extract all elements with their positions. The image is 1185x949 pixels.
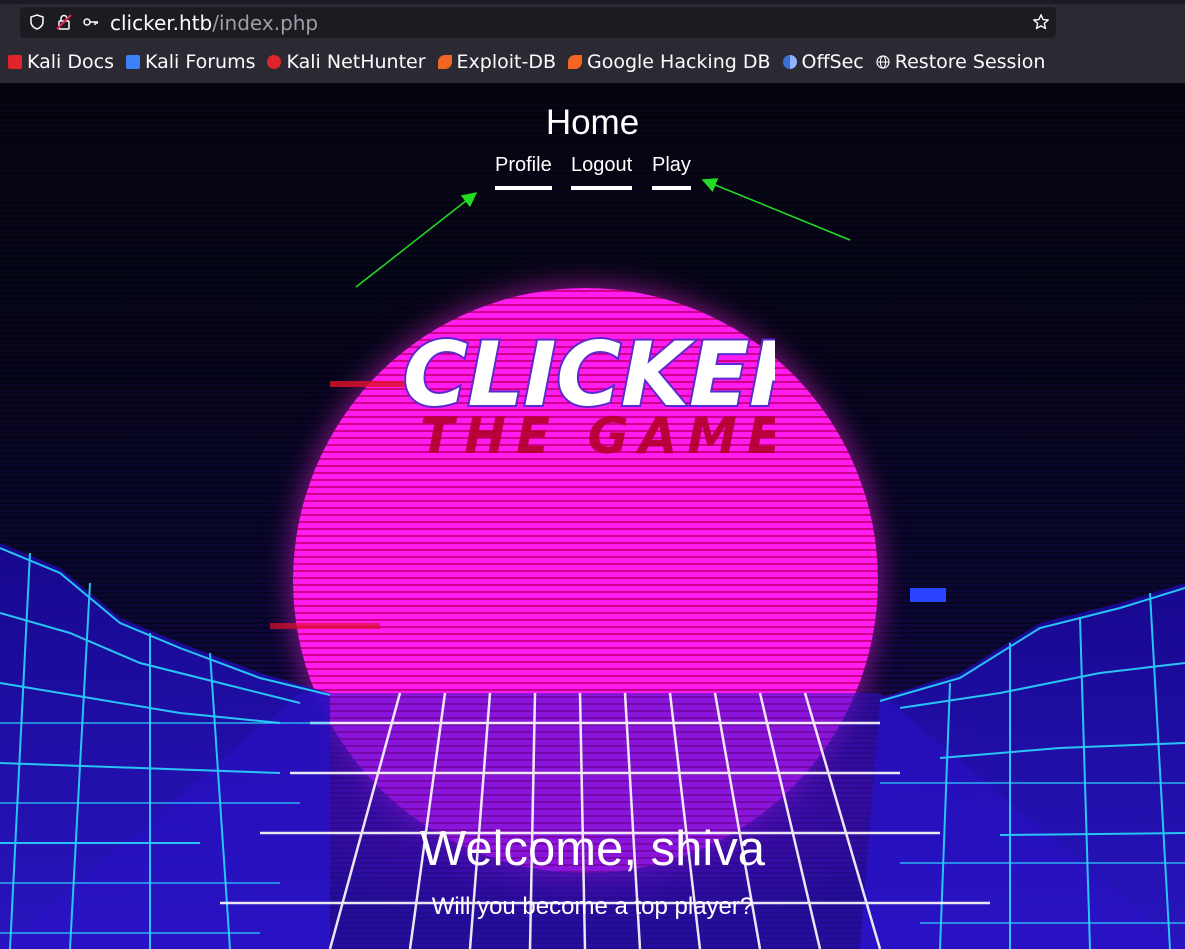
bookmark-label: Kali NetHunter	[286, 51, 426, 73]
bookmark-offsec[interactable]: OffSec	[782, 51, 864, 73]
clicker-game-logo: CLICKER THE GAME	[401, 321, 775, 465]
bookmark-label: Restore Session	[894, 51, 1046, 73]
kali-forums-icon	[125, 55, 140, 69]
arrow-to-profile	[355, 192, 478, 288]
nav-play-link[interactable]: Play	[652, 154, 691, 190]
insecure-lock-icon[interactable]	[55, 13, 73, 31]
bookmark-label: Kali Docs	[27, 51, 114, 73]
bookmark-label: Exploit-DB	[456, 51, 556, 73]
browser-chrome: clicker.htb/index.php Kali Docs Kali For…	[0, 0, 1185, 83]
kali-docs-icon	[8, 55, 22, 69]
bookmark-restore-session[interactable]: Restore Session	[876, 51, 1046, 73]
url-path: /index.php	[212, 11, 319, 35]
tagline-text: Will you become a top player?	[431, 893, 754, 920]
ghdb-icon	[568, 55, 582, 69]
bookmark-exploit-db[interactable]: Exploit-DB	[437, 51, 556, 73]
url-bar[interactable]: clicker.htb/index.php	[20, 7, 1056, 38]
bookmark-label: Kali Forums	[144, 51, 256, 73]
page-content: CLICKER THE GAME Home Profile Logout Pla…	[0, 83, 1185, 949]
welcome-heading: Welcome, shiva	[420, 822, 765, 876]
url-host: clicker.htb	[110, 11, 213, 35]
key-icon[interactable]	[82, 13, 100, 31]
url-text[interactable]: clicker.htb/index.php	[110, 11, 318, 35]
globe-icon	[876, 55, 890, 69]
bookmark-label: OffSec	[801, 51, 864, 73]
bookmarks-toolbar: Kali Docs Kali Forums Kali NetHunter Exp…	[8, 48, 1057, 76]
wireframe-grid	[0, 543, 1185, 949]
nav-profile-link[interactable]: Profile	[495, 154, 552, 190]
bookmark-kali-nethunter[interactable]: Kali NetHunter	[267, 51, 426, 73]
bookmark-google-hacking-db[interactable]: Google Hacking DB	[568, 51, 771, 73]
bookmark-kali-forums[interactable]: Kali Forums	[125, 51, 256, 73]
bookmark-kali-docs[interactable]: Kali Docs	[8, 51, 114, 73]
exploit-db-icon	[437, 55, 452, 69]
svg-text:THE GAME: THE GAME	[420, 407, 775, 465]
kali-nethunter-icon	[267, 55, 282, 69]
nav-logout-link[interactable]: Logout	[571, 154, 633, 190]
page-title: Home	[545, 103, 640, 142]
tab-strip	[0, 0, 1185, 4]
shield-icon[interactable]	[28, 13, 46, 31]
offsec-icon	[782, 55, 797, 69]
bookmark-star-icon[interactable]	[1032, 13, 1050, 31]
bookmark-label: Google Hacking DB	[587, 51, 771, 73]
arrow-to-play	[701, 178, 851, 241]
